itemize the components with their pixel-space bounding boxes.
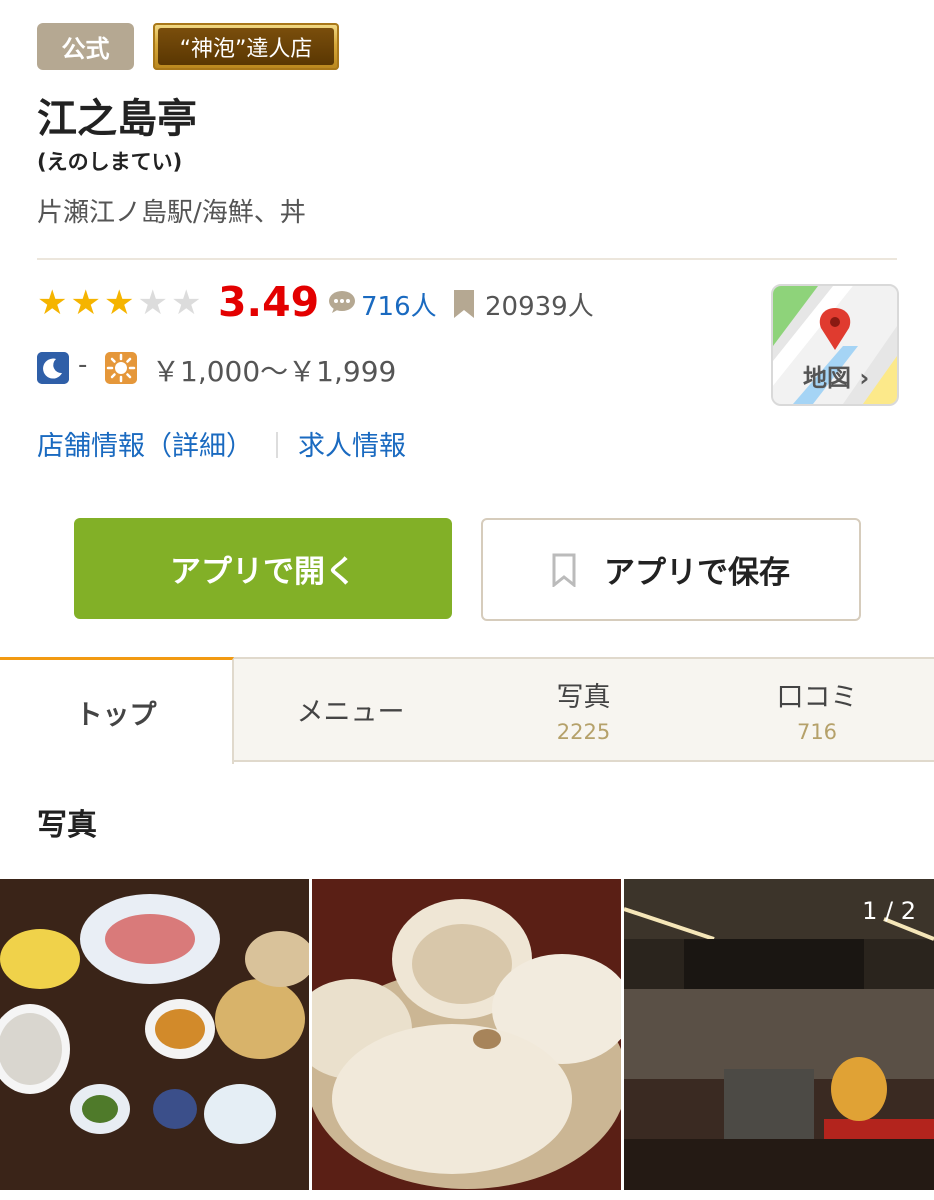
photo-thumbnail[interactable] [0,879,309,1190]
map-label: 地図 › [803,364,870,392]
map-button[interactable]: 地図 › [771,284,899,406]
tab-label: メニュー [296,697,405,728]
star-icon: ★ [137,283,168,323]
sun-icon [105,352,137,384]
star-icon: ★ [37,283,68,323]
master-shop-badge: “神泡”達人店 [153,23,339,70]
open-in-app-button[interactable]: アプリで開く [74,518,452,619]
bookmark-icon [454,290,474,318]
photo-thumbnail[interactable] [312,879,621,1190]
official-badge: 公式 [37,23,134,70]
moon-icon [37,352,69,384]
shop-details-link[interactable]: 店舗情報（詳細） [37,424,253,463]
tab-count: 2225 [556,720,611,744]
save-in-app-button[interactable]: アプリで保存 [481,518,861,621]
star-icon: ★ [103,283,135,323]
review-count-link[interactable]: 716人 [361,286,437,323]
divider [37,258,897,260]
photo-pager: 1 / 2 [862,897,916,925]
tab-top[interactable]: トップ [0,657,234,764]
shop-name: 江之島亭 [37,96,197,142]
tab-bar: トップ メニュー 写真 2225 口コミ 716 [0,657,934,764]
tab-label: トップ [75,699,157,731]
restaurant-interior-image [624,879,934,1190]
clam-image [312,879,621,1190]
tab-label: 写真 [556,682,611,713]
link-separator [276,432,278,458]
star-icon: ★ [170,283,202,323]
bookmark-outline-icon [552,553,576,587]
tab-menu[interactable]: メニュー [234,659,467,760]
tab-reviews[interactable]: 口コミ 716 [700,659,934,760]
master-shop-label: “神泡”達人店 [158,28,334,65]
photo-thumbnail[interactable]: 1 / 2 [624,879,934,1190]
star-icon: ★ [70,283,101,323]
job-info-link[interactable]: 求人情報 [298,424,406,463]
rating-stars: ★ ★ ★ ★ ★ [37,286,201,320]
photos-section-title: 写真 [37,808,97,843]
dinner-budget: - [78,350,88,380]
tab-count: 716 [796,720,838,744]
shop-area-genre: 片瀬江ノ島駅/海鮮、丼 [37,198,306,228]
save-button-label: アプリで保存 [604,555,790,591]
bookmark-count: 20939人 [485,292,594,322]
food-set-image [0,879,309,1190]
rating-score: 3.49 [218,278,320,326]
tab-label: 口コミ [776,682,858,713]
lunch-budget: ￥1,000〜￥1,999 [152,355,397,388]
tab-photos[interactable]: 写真 2225 [467,659,700,760]
shop-kana: (えのしまてい) [37,150,183,174]
comment-icon [329,291,355,313]
